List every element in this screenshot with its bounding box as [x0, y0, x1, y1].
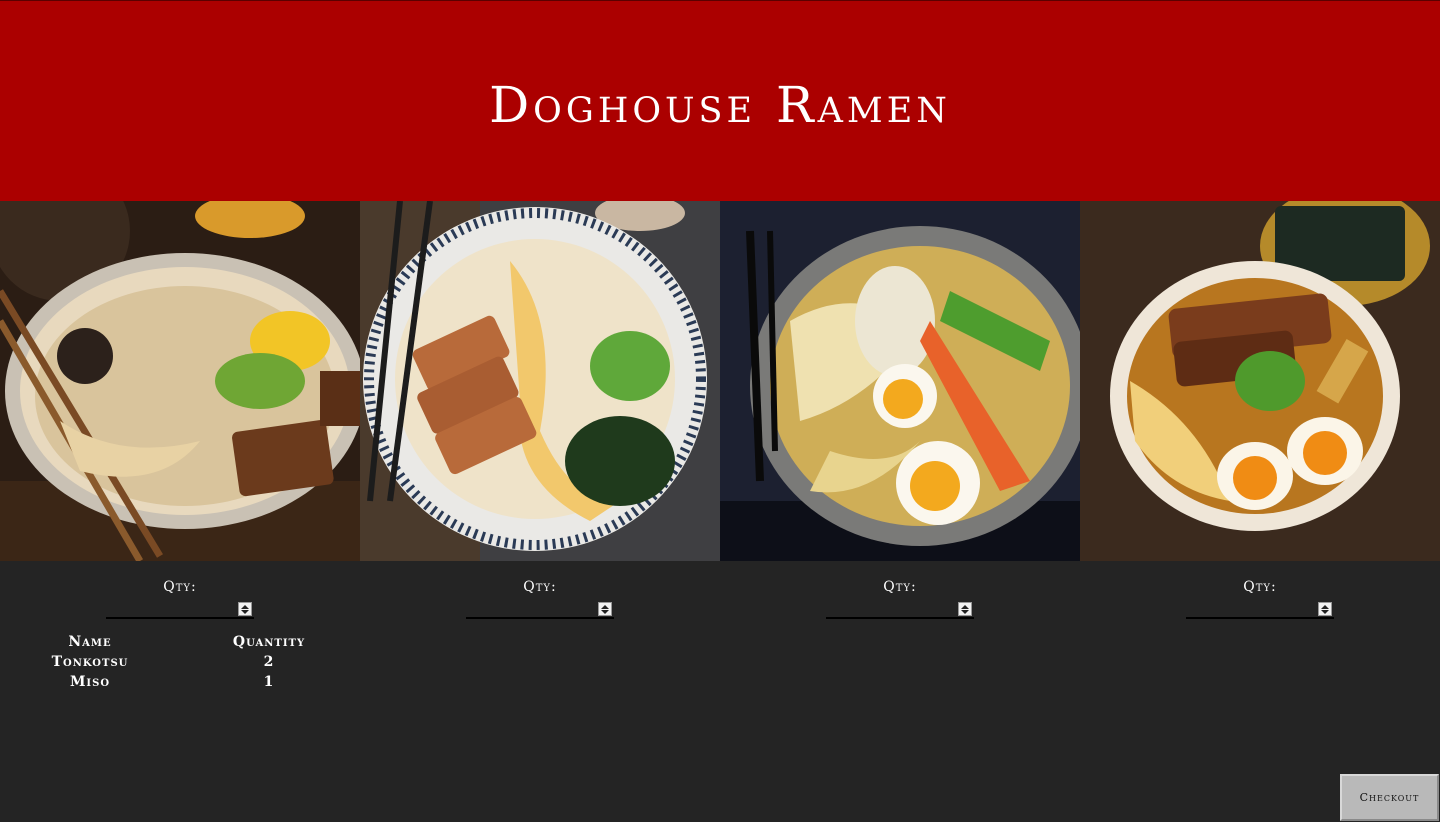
stepper-down-icon[interactable] — [961, 609, 969, 614]
stepper-down-icon[interactable] — [241, 609, 249, 614]
ramen-photo-3 — [720, 201, 1080, 561]
order-item-quantity: 2 — [263, 654, 275, 670]
menu-item-2-quantity: Qty: — [360, 561, 720, 621]
ramen-photo-4 — [1080, 201, 1440, 561]
site-header: Doghouse Ramen — [0, 0, 1440, 201]
name-column-header: Name — [68, 634, 112, 650]
quantity-row: Qty: Qty: Qty: Qty: — [0, 561, 1440, 621]
stepper-up-icon[interactable] — [961, 604, 969, 609]
shoyu-bowl-image — [360, 201, 720, 561]
stepper-up-icon[interactable] — [1321, 604, 1329, 609]
stepper-up-icon[interactable] — [241, 604, 249, 609]
ramen-photo-1 — [0, 201, 360, 561]
site-title: Doghouse Ramen — [489, 76, 951, 134]
table-row: Miso 1 — [40, 672, 398, 692]
qty-label: Qty: — [523, 579, 557, 595]
quantity-column-header: Quantity — [232, 634, 306, 650]
quantity-stepper[interactable] — [598, 602, 612, 616]
order-item-name: Miso — [69, 674, 111, 690]
table-header-row: Name Quantity — [40, 632, 398, 652]
qty-label: Qty: — [163, 579, 197, 595]
quantity-stepper[interactable] — [238, 602, 252, 616]
quantity-input-1[interactable] — [106, 597, 254, 619]
order-item-name: Tonkotsu — [51, 654, 129, 670]
qty-label: Qty: — [883, 579, 917, 595]
order-item-quantity: 1 — [263, 674, 275, 690]
checkout-button[interactable]: Checkout — [1340, 774, 1439, 821]
menu-item-3-quantity: Qty: — [720, 561, 1080, 621]
stepper-up-icon[interactable] — [601, 604, 609, 609]
menu-item-1-quantity: Qty: — [0, 561, 360, 621]
order-summary-table: Name Quantity Tonkotsu 2 Miso 1 — [40, 632, 398, 692]
menu-gallery — [0, 201, 1440, 561]
chashu-bowl-image — [1080, 201, 1440, 561]
quantity-input-3[interactable] — [826, 597, 974, 619]
table-row: Tonkotsu 2 — [40, 652, 398, 672]
menu-item-4-quantity: Qty: — [1080, 561, 1440, 621]
qty-label: Qty: — [1243, 579, 1277, 595]
stepper-down-icon[interactable] — [1321, 609, 1329, 614]
miso-chicken-bowl-image — [720, 201, 1080, 561]
quantity-input-4[interactable] — [1186, 597, 1334, 619]
quantity-stepper[interactable] — [958, 602, 972, 616]
stepper-down-icon[interactable] — [601, 609, 609, 614]
ramen-photo-2 — [360, 201, 720, 561]
tonkotsu-bowl-image — [0, 201, 360, 561]
quantity-stepper[interactable] — [1318, 602, 1332, 616]
quantity-input-2[interactable] — [466, 597, 614, 619]
